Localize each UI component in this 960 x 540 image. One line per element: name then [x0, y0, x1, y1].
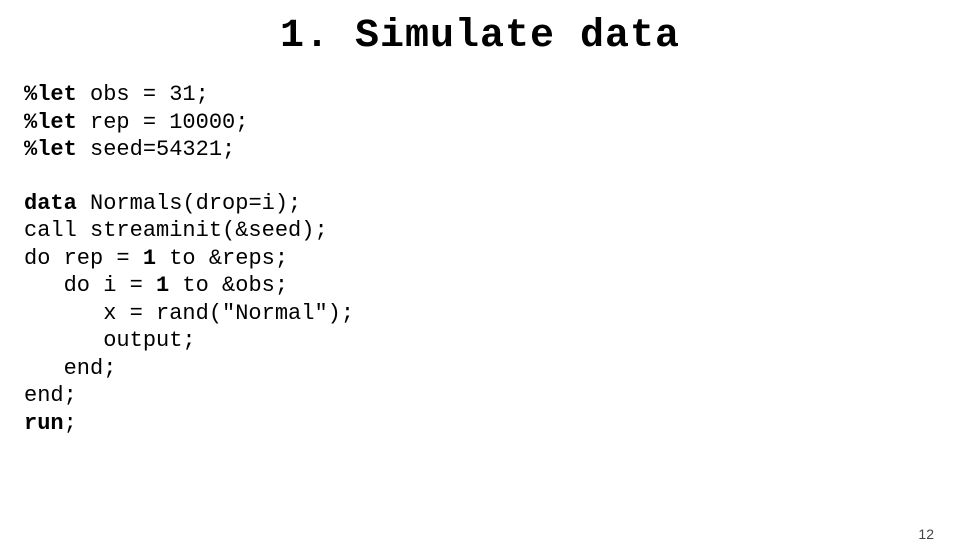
let-keyword-2: %let — [24, 110, 77, 135]
let-keyword-3: %let — [24, 137, 77, 162]
do-i-post: to &obs; — [169, 273, 288, 298]
slide: 1. Simulate data %let obs = 31; %let rep… — [0, 14, 960, 540]
call-line: call streaminit(&seed); — [24, 218, 328, 243]
do-i-num: 1 — [156, 273, 169, 298]
do-rep-pre: do rep = — [24, 246, 143, 271]
page-number: 12 — [918, 526, 934, 540]
end-inner: end; — [24, 356, 116, 381]
do-rep-post: to &reps; — [156, 246, 288, 271]
let-rest-1: obs = 31; — [77, 82, 209, 107]
run-semi: ; — [64, 411, 77, 436]
end-outer: end; — [24, 383, 77, 408]
do-rep-num: 1 — [143, 246, 156, 271]
run-keyword: run — [24, 411, 64, 436]
slide-title: 1. Simulate data — [0, 14, 960, 59]
x-line: x = rand("Normal"); — [24, 301, 354, 326]
output-line: output; — [24, 328, 196, 353]
let-rest-2: rep = 10000; — [77, 110, 249, 135]
code-block-datastep: data Normals(drop=i); call streaminit(&s… — [24, 190, 960, 438]
let-rest-3: seed=54321; — [77, 137, 235, 162]
code-block-macros: %let obs = 31; %let rep = 10000; %let se… — [24, 81, 960, 164]
let-keyword-1: %let — [24, 82, 77, 107]
do-i-pre: do i = — [24, 273, 156, 298]
data-keyword: data — [24, 191, 77, 216]
data-rest: Normals(drop=i); — [77, 191, 301, 216]
